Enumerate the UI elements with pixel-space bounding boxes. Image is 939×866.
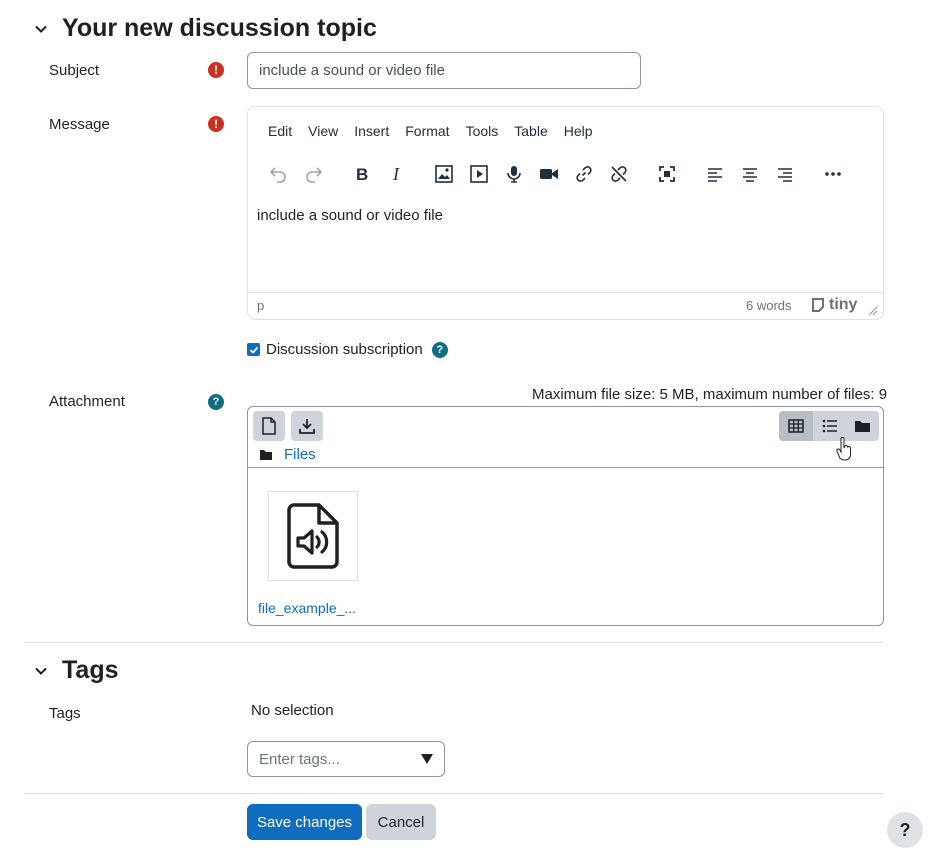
add-file-button[interactable]: [253, 411, 285, 441]
subject-value: include a sound or video file: [259, 62, 445, 79]
message-label: Message: [49, 116, 110, 133]
section-divider: [24, 642, 884, 643]
cancel-button[interactable]: Cancel: [366, 804, 436, 840]
undo-icon[interactable]: [263, 159, 293, 189]
menu-help[interactable]: Help: [556, 123, 601, 139]
file-name-link[interactable]: file_example_...: [258, 600, 356, 616]
image-icon[interactable]: [429, 159, 459, 189]
message-editor[interactable]: Edit View Insert Format Tools Table Help…: [247, 106, 884, 320]
grid-icon: [788, 419, 804, 433]
editor-content[interactable]: include a sound or video file: [257, 207, 443, 224]
subject-label: Subject: [49, 62, 100, 79]
actions-divider: [24, 793, 884, 794]
resize-handle-icon[interactable]: [868, 304, 878, 319]
menu-table[interactable]: Table: [506, 123, 555, 139]
help-button[interactable]: ?: [887, 812, 923, 848]
hand-cursor-icon: [836, 437, 852, 467]
tags-section-header[interactable]: Tags: [30, 656, 119, 685]
help-icon[interactable]: ?: [431, 341, 448, 358]
subject-input[interactable]: include a sound or video file: [247, 52, 641, 89]
fullscreen-icon[interactable]: [652, 159, 682, 189]
align-center-icon[interactable]: [735, 159, 765, 189]
menu-insert[interactable]: Insert: [346, 123, 397, 139]
editor-menubar: Edit View Insert Format Tools Table Help: [260, 123, 601, 139]
link-icon[interactable]: [569, 159, 599, 189]
tiny-logo-icon: [812, 298, 824, 312]
media-icon[interactable]: [464, 159, 494, 189]
microphone-icon[interactable]: [499, 159, 529, 189]
required-icon: !: [208, 62, 224, 78]
element-path[interactable]: p: [257, 298, 264, 313]
bold-icon[interactable]: B: [347, 159, 377, 189]
editor-statusbar: p 6 words tiny: [248, 292, 883, 319]
download-all-button[interactable]: [291, 411, 323, 441]
subscription-label[interactable]: Discussion subscription: [266, 341, 423, 358]
files-breadcrumb: Files: [259, 446, 316, 463]
tiny-logo[interactable]: tiny: [810, 296, 857, 314]
download-icon: [299, 419, 315, 434]
editor-toolbar: B I: [258, 159, 868, 189]
dropdown-arrow-icon[interactable]: [421, 753, 433, 765]
file-icon: [262, 417, 276, 435]
chevron-down-icon[interactable]: [30, 660, 52, 682]
tags-selection: No selection: [251, 702, 334, 719]
audio-file-icon: [287, 503, 339, 569]
attachment-label: Attachment: [49, 393, 125, 410]
attachment-limits: Maximum file size: 5 MB, maximum number …: [532, 386, 888, 403]
italic-icon[interactable]: I: [382, 159, 412, 189]
tags-input[interactable]: Enter tags...: [247, 741, 445, 777]
menu-tools[interactable]: Tools: [458, 123, 507, 139]
tags-section-title: Tags: [62, 656, 119, 684]
topic-section-header[interactable]: Your new discussion topic: [30, 14, 377, 43]
topic-section-title: Your new discussion topic: [62, 14, 377, 42]
subscription-checkbox[interactable]: [247, 343, 260, 356]
align-left-icon[interactable]: [700, 159, 730, 189]
more-icon[interactable]: [818, 159, 848, 189]
folder-icon: [260, 449, 272, 460]
files-breadcrumb-link[interactable]: Files: [284, 446, 316, 463]
svg-text:B: B: [356, 165, 368, 184]
tiny-brand: tiny: [829, 296, 858, 313]
chevron-down-icon[interactable]: [30, 18, 52, 40]
redo-icon[interactable]: [299, 159, 329, 189]
tags-placeholder: Enter tags...: [259, 750, 340, 768]
file-thumbnail[interactable]: [268, 491, 358, 581]
save-changes-button[interactable]: Save changes: [247, 804, 362, 840]
required-icon: !: [208, 116, 224, 132]
menu-edit[interactable]: Edit: [260, 123, 300, 139]
unlink-icon[interactable]: [604, 159, 634, 189]
file-picker-divider: [248, 467, 883, 468]
menu-format[interactable]: Format: [397, 123, 457, 139]
word-count[interactable]: 6 words: [746, 298, 792, 313]
file-picker: Files file_example_...: [247, 406, 884, 626]
video-camera-icon[interactable]: [534, 159, 564, 189]
view-switcher: [779, 411, 879, 441]
svg-text:I: I: [392, 164, 400, 184]
folder-icon: [855, 421, 870, 432]
menu-view[interactable]: View: [300, 123, 346, 139]
align-right-icon[interactable]: [770, 159, 800, 189]
help-icon[interactable]: ?: [208, 394, 224, 410]
grid-view-button[interactable]: [779, 411, 813, 441]
tags-label: Tags: [49, 705, 81, 722]
subscription-row: Discussion subscription ?: [247, 341, 448, 358]
list-icon: [822, 419, 837, 433]
